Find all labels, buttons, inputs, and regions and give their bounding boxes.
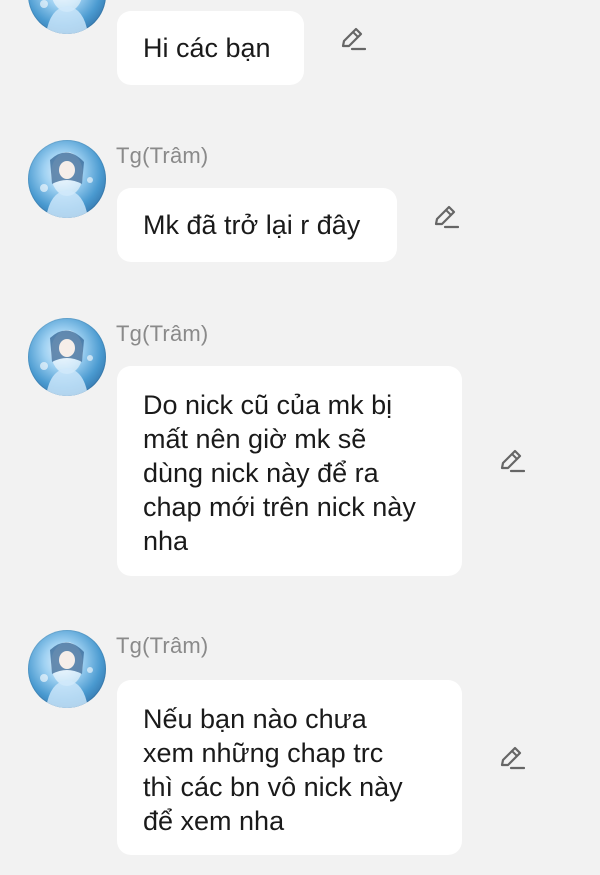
message-line: chap mới trên nick này <box>143 492 416 522</box>
sender-name: Tg(Trâm) <box>116 321 209 346</box>
message-line: Nếu bạn nào chưa <box>143 704 367 734</box>
chat-thread: Hi các bạn Tg(Trâm) Mk đã trở lại r đây <box>0 0 600 875</box>
chat-message: Tg(Trâm) Do nick cũ của mk bị mất nên gi… <box>0 318 600 578</box>
message-bubble[interactable]: Nếu bạn nào chưa xem những chap trc thì … <box>117 680 462 855</box>
pencil-edit-icon[interactable] <box>497 743 525 771</box>
message-line: thì các bn vô nick này <box>143 772 403 802</box>
chat-message: Tg(Trâm) Nếu bạn nào chưa xem những chap… <box>0 630 600 860</box>
message-line: xem những chap trc <box>143 738 384 768</box>
sender-name: Tg(Trâm) <box>116 143 209 168</box>
message-line: để xem nha <box>143 806 285 836</box>
message-bubble[interactable]: Mk đã trở lại r đây <box>117 188 397 262</box>
avatar[interactable] <box>28 318 106 396</box>
message-text: Mk đã trở lại r đây <box>143 210 361 240</box>
pencil-edit-icon[interactable] <box>497 446 525 474</box>
message-line: mất nên giờ mk sẽ <box>143 424 367 454</box>
message-line: nha <box>143 526 189 556</box>
pencil-edit-icon[interactable] <box>338 24 366 52</box>
avatar[interactable] <box>28 630 106 708</box>
chat-message: Hi các bạn <box>0 0 600 100</box>
sender-name: Tg(Trâm) <box>116 633 209 658</box>
message-bubble[interactable]: Do nick cũ của mk bị mất nên giờ mk sẽ d… <box>117 366 462 576</box>
message-line: Do nick cũ của mk bị <box>143 390 393 420</box>
chat-message: Tg(Trâm) Mk đã trở lại r đây <box>0 140 600 265</box>
message-bubble[interactable]: Hi các bạn <box>117 11 304 85</box>
message-line: dùng nick này để ra <box>143 458 379 488</box>
avatar[interactable] <box>28 140 106 218</box>
pencil-edit-icon[interactable] <box>431 202 459 230</box>
avatar[interactable] <box>28 0 106 34</box>
message-text: Hi các bạn <box>143 33 271 63</box>
